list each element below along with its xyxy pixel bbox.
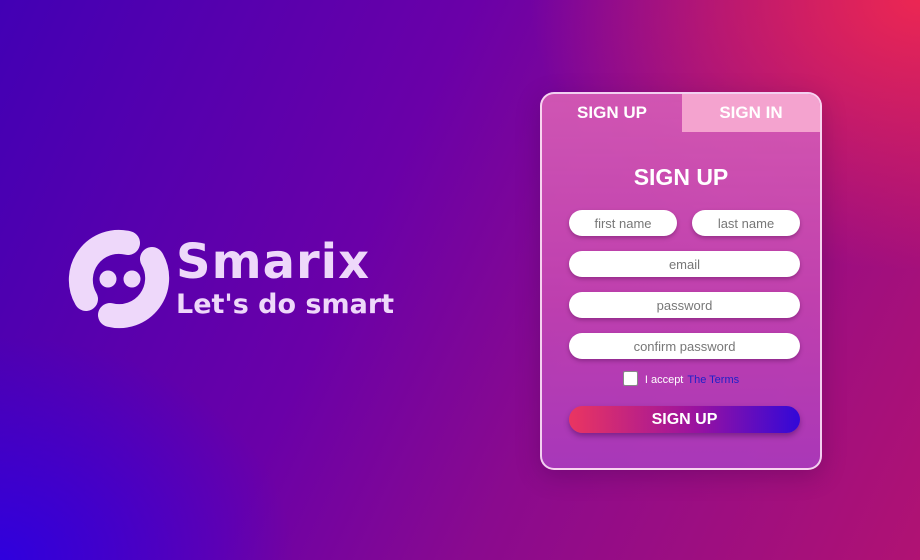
last-name-field[interactable] <box>692 210 800 236</box>
terms-row: I accept The Terms <box>542 370 820 386</box>
smarix-logo-icon <box>68 229 170 329</box>
terms-checkbox[interactable] <box>622 370 638 386</box>
brand-name: Smarix <box>176 234 371 290</box>
confirm-password-field[interactable] <box>569 333 800 359</box>
brand-tagline: Let's do smart <box>176 289 395 320</box>
terms-label: I accept <box>644 374 684 386</box>
first-name-field[interactable] <box>569 210 677 236</box>
password-field[interactable] <box>569 292 800 318</box>
tab-sign-up[interactable]: SIGN UP <box>542 94 682 132</box>
signup-card: SIGN UP SIGN IN SIGN UP I accept The Ter… <box>540 92 822 470</box>
brand-block: Smarix Let's do smart <box>64 226 404 336</box>
email-field[interactable] <box>569 251 800 277</box>
tab-sign-in[interactable]: SIGN IN <box>682 94 820 132</box>
auth-tabs: SIGN UP SIGN IN <box>542 94 820 132</box>
terms-link[interactable]: The Terms <box>687 374 739 386</box>
form-title: SIGN UP <box>633 164 729 190</box>
sign-up-button[interactable]: SIGN UP <box>569 406 800 433</box>
